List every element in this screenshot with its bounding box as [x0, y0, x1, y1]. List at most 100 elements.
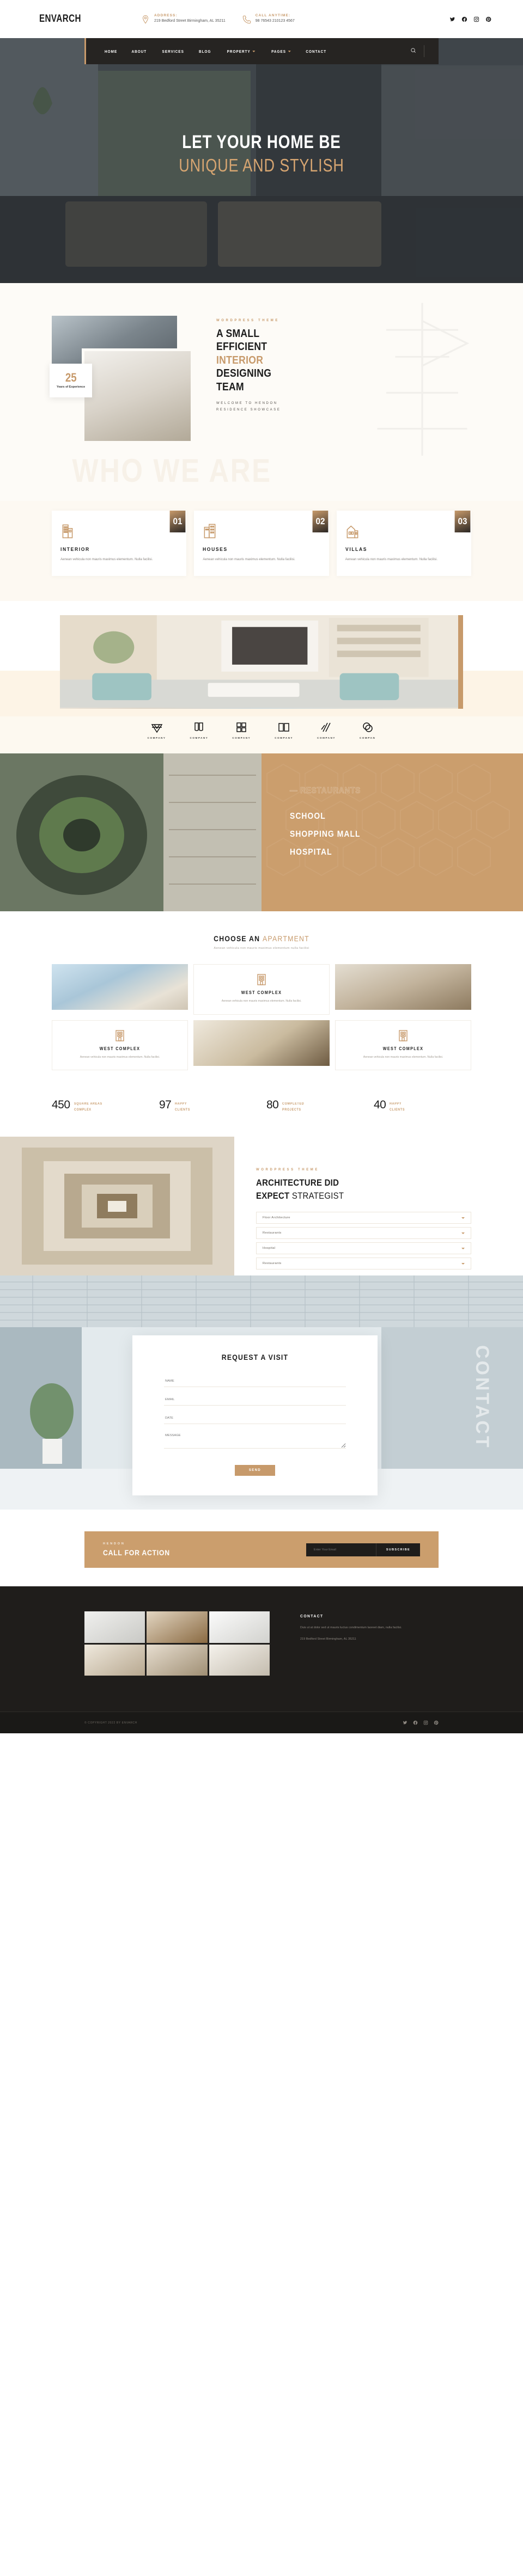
footer-heading: CONTACT [300, 1614, 324, 1619]
about-heading-line4: DESIGNING [216, 367, 272, 380]
about-heading-line1: A SMALL [216, 328, 260, 340]
service-description: Aenean vehicula non mauris maximus eleme… [203, 558, 295, 561]
name-field[interactable] [164, 1376, 346, 1388]
gallery-thumb[interactable] [84, 1611, 145, 1643]
nav-item-about[interactable]: ABOUT [132, 49, 147, 54]
date-field[interactable] [164, 1413, 346, 1425]
gallery-thumb[interactable] [209, 1644, 270, 1676]
gallery-thumb[interactable] [147, 1644, 208, 1676]
nav-label: HOME [105, 48, 118, 54]
partner-logo[interactable]: COMPANY [317, 721, 336, 739]
nav-item-pages[interactable]: PAGES [271, 48, 291, 54]
counter-item: 450 SQUARE AREAS COMPLEX [52, 1099, 149, 1113]
facebook-icon[interactable] [461, 16, 467, 22]
about-images: 25 Years of Experience [50, 316, 193, 444]
accordion-question: Hospital [263, 1247, 276, 1250]
about-ghost-text: WHO WE ARE [72, 452, 272, 489]
footer-text: Duis ut at dolor sed ut mauris luctus co… [300, 1626, 402, 1630]
accordion-section: WORDPRESS THEME ARCHITECTURE DID EXPECT … [0, 1137, 523, 1276]
counter-label: SQUARE AREAS COMPLEX [74, 1100, 102, 1113]
accordion-item[interactable]: Restaurants [256, 1227, 471, 1240]
counters-section: 450 SQUARE AREAS COMPLEX 97 HAPPY CLIENT… [0, 1087, 523, 1137]
apartment-card[interactable]: WEST COMPLEX Aenean vehicula non mauris … [52, 1020, 188, 1071]
accordion-question: Floor Architecture [263, 1216, 290, 1220]
apartment-photo[interactable] [193, 1020, 330, 1066]
service-card[interactable]: 03 VILLAS Aenean vehicula non mauris max… [336, 511, 471, 576]
apartments-subtitle: Aenean vehicula non mauris maximus eleme… [214, 947, 309, 950]
instagram-icon[interactable] [423, 1720, 428, 1725]
email-field[interactable] [164, 1394, 346, 1406]
twitter-icon[interactable] [449, 16, 455, 22]
apartments-header: CHOOSE AN APARTMENT Aenean vehicula non … [52, 934, 471, 950]
apartment-card[interactable]: WEST COMPLEX Aenean vehicula non mauris … [193, 964, 330, 1015]
cta-eyebrow: HENDON [103, 1542, 125, 1546]
location-pin-icon [141, 15, 150, 24]
accordion-item[interactable]: Floor Architecture [256, 1212, 471, 1224]
accordion-item[interactable]: Hospital [256, 1242, 471, 1255]
pinterest-icon[interactable] [434, 1720, 439, 1725]
nav-item-home[interactable]: HOME [105, 49, 117, 54]
footer-bottom: © COPYRIGHT 2022 BY ENVARCH [0, 1712, 523, 1734]
send-button[interactable]: Send [234, 1465, 276, 1476]
apartment-icon [256, 973, 267, 985]
nav-label: PROPERTY [227, 48, 251, 54]
search-icon[interactable] [410, 46, 416, 56]
nav-item-contact[interactable]: CONTACT [306, 49, 327, 54]
twitter-icon[interactable] [403, 1720, 408, 1725]
partner-logo[interactable]: COMPAN [360, 721, 375, 739]
subscribe-form: SUBSCRIBE [306, 1543, 420, 1556]
phone-icon [242, 15, 252, 24]
accordion-heading: ARCHITECTURE DID EXPECT STRATEGIST [256, 1176, 446, 1202]
hero-text: LET YOUR HOME BE UNIQUE AND STYLISH [0, 132, 523, 176]
cta-title: CALL FOR ACTION [103, 1548, 170, 1557]
experience-label: Years of Experience [56, 385, 86, 389]
footer-contact: CONTACT Duis ut at dolor sed ut mauris l… [300, 1611, 439, 1712]
partner-logo[interactable]: COMPANY [148, 721, 166, 739]
nav-label: PAGES [271, 48, 286, 54]
partner-logo[interactable]: COMPANY [275, 721, 293, 739]
category-heading: SCHOOL SHOPPING MALL HOSPITAL [290, 808, 492, 861]
nav-item-services[interactable]: SERVICES [162, 49, 184, 54]
main-navigation: HOME ABOUT SERVICES BLOG PROPERTY PAGES … [84, 38, 439, 64]
counter-label-line1: SQUARE AREAS [74, 1102, 102, 1106]
gallery-thumb[interactable] [84, 1644, 145, 1676]
service-card[interactable]: 02 HOUSES Aenean vehicula non mauris max… [194, 511, 329, 576]
blocks-logo-icon [236, 722, 247, 732]
hero-headline-line1: LET YOUR HOME BE [182, 132, 341, 152]
hero-headline-line2: UNIQUE AND STYLISH [179, 155, 344, 175]
about-heading-line3: INTERIOR [216, 354, 264, 366]
apartment-description: Aenean vehicula non mauris maximus eleme… [80, 1055, 160, 1059]
about-heading-line5: TEAM [216, 381, 244, 393]
message-field[interactable] [164, 1430, 346, 1449]
about-eyebrow: WORDPRESS THEME [216, 319, 280, 322]
hero-section: LET YOUR HOME BE UNIQUE AND STYLISH [0, 38, 523, 283]
nav-item-blog[interactable]: BLOG [199, 49, 211, 54]
nav-item-property[interactable]: PROPERTY [227, 48, 256, 54]
accordion-question: Restaurants [263, 1231, 282, 1235]
villa-icon [345, 523, 360, 539]
gallery-thumb[interactable] [209, 1611, 270, 1643]
contact-section: CONTACT REQUEST A VISIT Send [0, 1275, 523, 1510]
phone-info: CALL ANYTIME: 98 76543 210123 4567 [242, 14, 295, 24]
accordion-item[interactable]: Restaurants [256, 1258, 471, 1270]
service-card[interactable]: 01 INTERIOR Aenean vehicula non mauris m… [52, 511, 187, 576]
phone-label: CALL ANYTIME: [255, 14, 291, 17]
subscribe-button[interactable]: SUBSCRIBE [375, 1543, 420, 1556]
apartment-card[interactable]: WEST COMPLEX Aenean vehicula non mauris … [335, 1020, 471, 1071]
service-description: Aenean vehicula non mauris maximus eleme… [345, 558, 438, 561]
site-logo[interactable]: ENVARCH [15, 13, 102, 25]
footer: CONTACT Duis ut at dolor sed ut mauris l… [0, 1586, 523, 1712]
subscribe-email-input[interactable] [306, 1543, 376, 1556]
partner-logo[interactable]: COMPANY [190, 721, 209, 739]
counter-item: 97 HAPPY CLIENTS [159, 1099, 257, 1113]
pinterest-icon[interactable] [485, 16, 491, 22]
apartment-photo[interactable] [52, 964, 188, 1010]
gallery-thumb[interactable] [147, 1611, 208, 1643]
instagram-icon[interactable] [473, 16, 479, 22]
facebook-icon[interactable] [413, 1720, 418, 1725]
partner-label: COMPANY [147, 737, 166, 740]
apartment-photo[interactable] [335, 964, 471, 1010]
apartments-section: CHOOSE AN APARTMENT Aenean vehicula non … [0, 911, 523, 1087]
service-number: 02 [312, 511, 329, 532]
partner-logo[interactable]: COMPANY [232, 721, 251, 739]
